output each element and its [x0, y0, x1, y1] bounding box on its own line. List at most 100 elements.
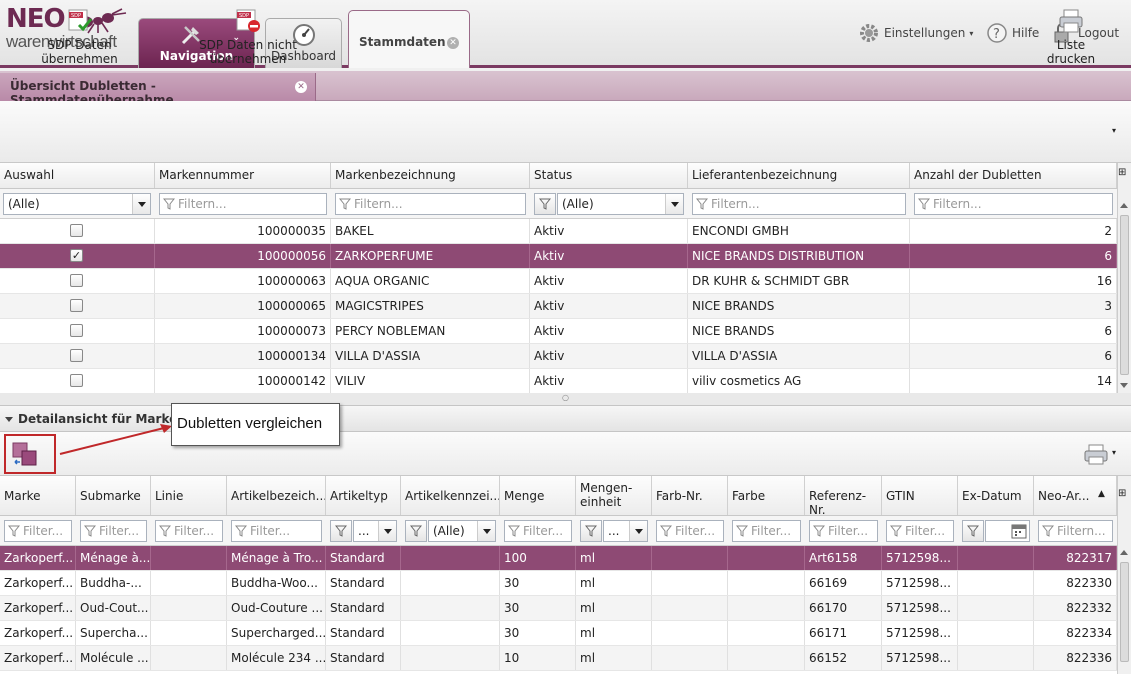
- col-artikeltyp[interactable]: Artikeltyp: [326, 476, 401, 515]
- filter-button-artikelkennzeichen[interactable]: [405, 520, 427, 542]
- splitter[interactable]: ○: [0, 393, 1131, 405]
- detail-print-button[interactable]: [1083, 442, 1109, 468]
- col-lieferantenbezeichnung[interactable]: Lieferantenbezeichnung: [688, 163, 910, 188]
- filter-select-artikeltyp[interactable]: ...: [353, 520, 397, 542]
- lower-scrollbar[interactable]: [1117, 476, 1131, 674]
- col-markennummer[interactable]: Markennummer: [155, 163, 331, 188]
- filter-button-artikeltyp[interactable]: [330, 520, 352, 542]
- row-checkbox[interactable]: [70, 349, 83, 362]
- filter-input-submarke[interactable]: Filter...: [80, 520, 147, 542]
- col-mengeneinheit[interactable]: Mengen- einheit: [576, 476, 652, 515]
- sort-asc-icon[interactable]: ▲: [1098, 489, 1105, 499]
- table-row[interactable]: 100000035 BAKEL Aktiv ENCONDI GMBH 2: [0, 219, 1117, 244]
- col-linie[interactable]: Linie: [151, 476, 227, 515]
- status-filter-select[interactable]: (Alle): [557, 193, 684, 215]
- auswahl-filter-select[interactable]: (Alle): [3, 193, 151, 215]
- filter-input-farb-nr[interactable]: Filter...: [656, 520, 724, 542]
- filter-input-neo-artikelnr[interactable]: Filtern...: [1038, 520, 1113, 542]
- chevron-down-icon[interactable]: ▾: [1112, 448, 1116, 457]
- row-checkbox[interactable]: [70, 324, 83, 337]
- cell-gtin: 5712598...: [882, 546, 958, 570]
- filter-select-artikelkennzeichen[interactable]: (Alle): [428, 520, 496, 542]
- col-auswahl[interactable]: Auswahl: [0, 163, 155, 188]
- table-row[interactable]: 100000065 MAGICSTRIPES Aktiv NICE BRANDS 3: [0, 294, 1117, 319]
- col-farb-nr[interactable]: Farb-Nr.: [652, 476, 728, 515]
- cell-farb-nr: [652, 621, 728, 645]
- anzahl-filter-input[interactable]: Filtern...: [914, 193, 1113, 215]
- filter-input-artikelbezeichnung[interactable]: Filter...: [231, 520, 322, 542]
- filter-icon: [159, 525, 171, 537]
- table-row[interactable]: 100000073 PERCY NOBLEMAN Aktiv NICE BRANDS 6: [0, 319, 1117, 344]
- calendar-icon[interactable]: [1011, 523, 1027, 539]
- row-checkbox[interactable]: [70, 224, 83, 237]
- col-ex-datum[interactable]: Ex-Datum: [958, 476, 1034, 515]
- cell-auswahl: [0, 219, 155, 243]
- filter-input-farbe[interactable]: Filter...: [732, 520, 801, 542]
- col-anzahl-dubletten[interactable]: Anzahl der Dubletten: [910, 163, 1117, 188]
- cell-markennummer: 100000073: [155, 319, 331, 343]
- chevron-down-icon[interactable]: ▾: [1112, 126, 1116, 135]
- scroll-up-icon[interactable]: [1120, 550, 1128, 555]
- filter-placeholder: Filter...: [675, 524, 716, 538]
- filter-select-mengeneinheit[interactable]: ...: [603, 520, 648, 542]
- col-marke[interactable]: Marke: [0, 476, 76, 515]
- table-row[interactable]: 100000142 VILIV Aktiv viliv cosmetics AG 14: [0, 369, 1117, 393]
- row-checkbox[interactable]: [70, 274, 83, 287]
- scroll-down-icon[interactable]: [1120, 383, 1128, 388]
- filter-button-mengeneinheit[interactable]: [580, 520, 602, 542]
- col-referenz-nr[interactable]: Referenz-Nr.: [805, 476, 882, 515]
- subtab-uebersicht-dubletten[interactable]: Übersicht Dubletten - Stammdatenübernahm…: [0, 73, 316, 107]
- col-status[interactable]: Status: [530, 163, 688, 188]
- filter-input-marke[interactable]: Filter...: [4, 520, 72, 542]
- printer-icon: [1084, 444, 1108, 465]
- table-row[interactable]: ✓ 100000056 ZARKOPERFUME Aktiv NICE BRANDS D…: [0, 244, 1117, 269]
- scroll-thumb[interactable]: [1120, 562, 1129, 662]
- table-row[interactable]: 100000063 AQUA ORGANIC Aktiv DR KUHR & SCHM…: [0, 269, 1117, 294]
- table-row[interactable]: Zarkoperf... Supercha... Supercharged... St…: [0, 621, 1117, 646]
- markenbezeichnung-filter-input[interactable]: Filtern...: [335, 193, 526, 215]
- col-submarke[interactable]: Submarke: [76, 476, 151, 515]
- tab-stammdaten[interactable]: Stammdaten ✕: [348, 10, 470, 68]
- markennummer-filter-input[interactable]: Filtern...: [159, 193, 327, 215]
- col-farbe[interactable]: Farbe: [728, 476, 805, 515]
- col-artikelbezeichnung[interactable]: Artikelbezeich...: [227, 476, 326, 515]
- filter-input-menge[interactable]: Filter...: [504, 520, 572, 542]
- scroll-up-icon[interactable]: [1120, 203, 1128, 208]
- callout-arrow: [59, 424, 172, 455]
- filter-input-linie[interactable]: Filter...: [155, 520, 223, 542]
- cell-ex-datum: [958, 596, 1034, 620]
- column-chooser-icon[interactable]: ⊞: [1118, 488, 1130, 504]
- settings-button[interactable]: Einstellungen ▾: [858, 22, 973, 44]
- status-filter-button[interactable]: [534, 193, 556, 215]
- table-row[interactable]: Zarkoperf... Buddha-... Buddha-Woo... Stand…: [0, 571, 1117, 596]
- upper-scrollbar[interactable]: [1117, 163, 1131, 393]
- lieferant-filter-input[interactable]: Filtern...: [692, 193, 906, 215]
- print-list-button[interactable]: Liste drucken: [1032, 8, 1110, 66]
- tab-close-icon[interactable]: ✕: [447, 37, 459, 49]
- filter-input-referenz-nr[interactable]: Filter...: [809, 520, 878, 542]
- row-checkbox[interactable]: [70, 299, 83, 312]
- sdp-take-button[interactable]: SDP SDP Daten übernehmen: [12, 8, 147, 66]
- filter-input-gtin[interactable]: Filter...: [886, 520, 954, 542]
- date-filter-input[interactable]: [985, 520, 1030, 542]
- cell-artikelkennzeichen: [401, 571, 500, 595]
- filter-button-ex-datum[interactable]: [962, 520, 984, 542]
- subtab-close-icon[interactable]: ✕: [295, 81, 307, 93]
- compare-duplicates-button[interactable]: [12, 442, 38, 468]
- table-row[interactable]: Zarkoperf... Ménage à... Ménage à Tro... St…: [0, 546, 1117, 571]
- col-gtin[interactable]: GTIN: [882, 476, 958, 515]
- column-chooser-icon[interactable]: ⊞: [1118, 167, 1130, 183]
- table-row[interactable]: Zarkoperf... Oud-Cout... Oud-Couture ... St…: [0, 596, 1117, 621]
- col-artikelkennzeichen[interactable]: Artikelkennzei...: [401, 476, 500, 515]
- table-row[interactable]: Zarkoperf... Molécule ... Molécule 234 ...…: [0, 646, 1117, 671]
- sdp-reject-button[interactable]: SDP SDP Daten nicht übernehmen: [165, 8, 331, 66]
- table-row[interactable]: 100000134 VILLA D'ASSIA Aktiv VILLA D'ASSIA…: [0, 344, 1117, 369]
- cell-neo-artikelnr: 822334: [1034, 621, 1117, 645]
- filter-placeholder: Filter...: [905, 524, 946, 538]
- filter-placeholder: Filter...: [99, 524, 140, 538]
- row-checkbox[interactable]: [70, 374, 83, 387]
- col-menge[interactable]: Menge: [500, 476, 576, 515]
- row-checkbox[interactable]: ✓: [70, 249, 83, 262]
- col-markenbezeichnung[interactable]: Markenbezeichnung: [331, 163, 530, 188]
- scroll-thumb[interactable]: [1120, 215, 1129, 375]
